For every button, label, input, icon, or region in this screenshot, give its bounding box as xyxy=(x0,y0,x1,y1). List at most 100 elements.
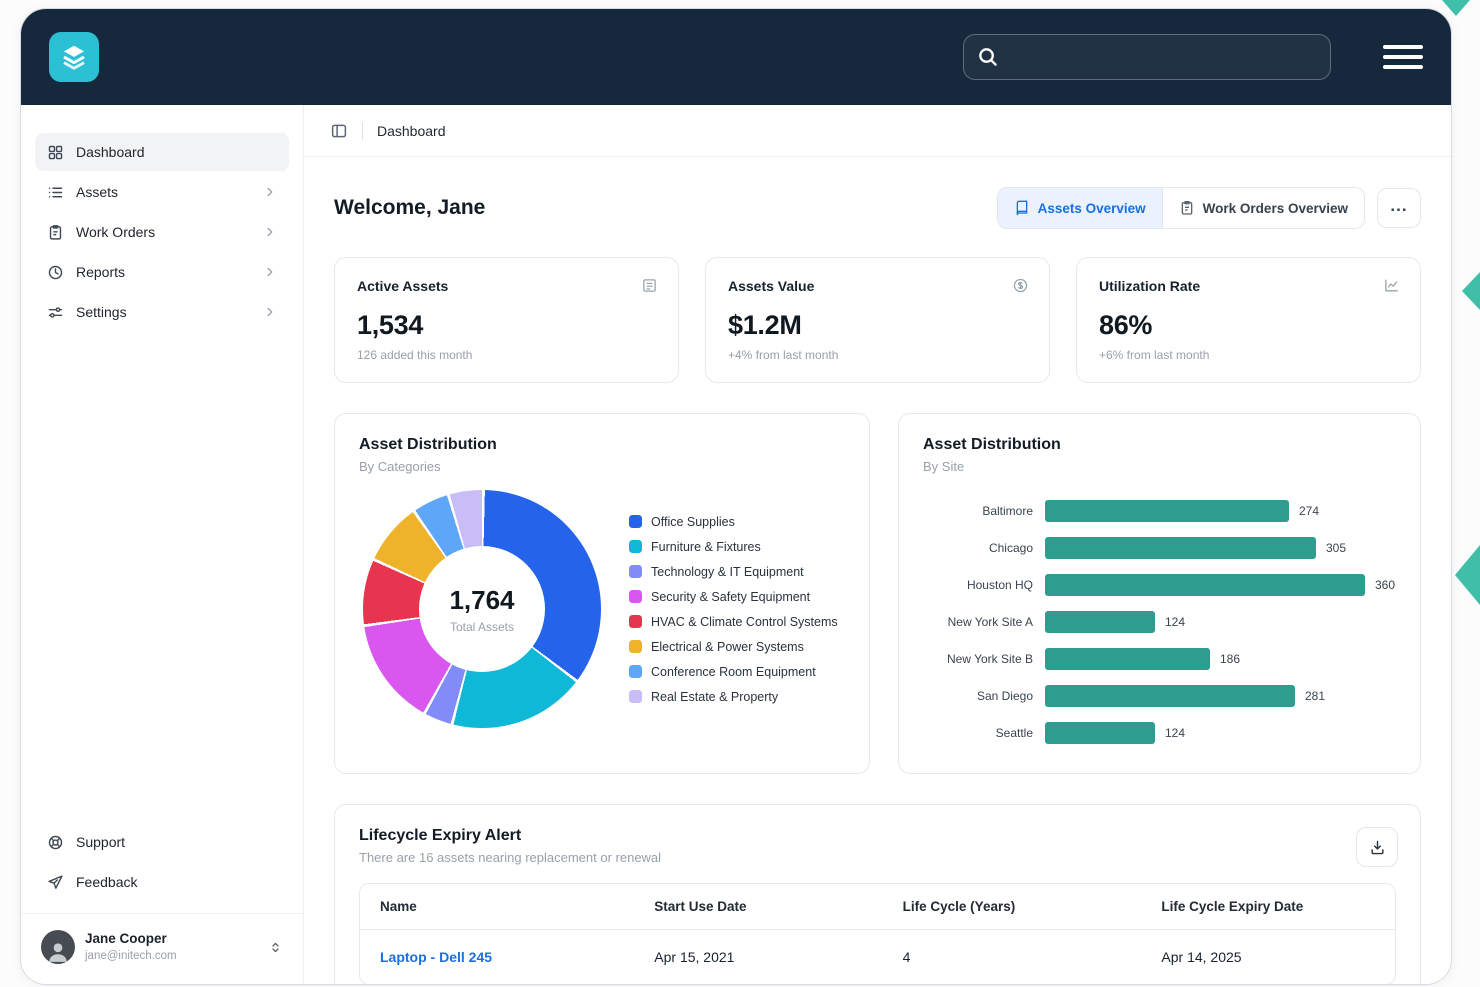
main-area: Dashboard Welcome, Jane xyxy=(304,105,1451,984)
avatar xyxy=(41,930,75,964)
sliders-icon xyxy=(47,304,64,321)
bar-row-new-york-site-b: New York Site B186 xyxy=(923,640,1396,677)
stat-title: Utilization Rate xyxy=(1099,278,1398,294)
legend-label: Conference Room Equipment xyxy=(651,665,816,679)
dollar-icon xyxy=(1012,277,1029,294)
sidebar-item-feedback[interactable]: Feedback xyxy=(35,863,289,901)
tab-label: Assets Overview xyxy=(1038,201,1146,216)
tab-assets-overview[interactable]: Assets Overview xyxy=(998,188,1162,228)
bar-row-new-york-site-a: New York Site A124 xyxy=(923,603,1396,640)
decorative-teal-arrow-upper xyxy=(1462,272,1480,310)
legend-label: Technology & IT Equipment xyxy=(651,565,804,579)
stat-title: Assets Value xyxy=(728,278,1027,294)
tab-label: Work Orders Overview xyxy=(1203,201,1348,216)
card-title: Asset Distribution xyxy=(359,436,845,454)
clock-icon xyxy=(47,264,64,281)
legend-item-electrical-power-systems: Electrical & Power Systems xyxy=(629,640,838,654)
bar xyxy=(1045,648,1210,670)
sidebar-item-label: Support xyxy=(76,834,125,850)
table-header-name: Name xyxy=(360,884,634,929)
sidebar-item-support[interactable]: Support xyxy=(35,823,289,861)
chevron-right-icon xyxy=(263,225,277,239)
sidebar-item-assets[interactable]: Assets xyxy=(35,173,289,211)
legend-swatch xyxy=(629,540,642,553)
sidebar-toggle-button[interactable] xyxy=(330,122,348,140)
hamburger-menu-button[interactable] xyxy=(1383,40,1423,74)
asset-name-link[interactable]: Laptop - Dell 245 xyxy=(360,930,634,984)
card-title: Asset Distribution xyxy=(923,436,1396,454)
app-logo[interactable] xyxy=(49,32,99,82)
sidebar: Dashboard AssetsWork Orders Reports Setting… xyxy=(21,105,304,984)
user-email: jane@initech.com xyxy=(85,950,177,964)
paper-plane-icon xyxy=(47,874,64,891)
chevron-right-icon xyxy=(263,305,277,319)
bar-row-san-diego: San Diego281 xyxy=(923,677,1396,714)
bar-row-houston-hq: Houston HQ360 xyxy=(923,566,1396,603)
more-options-button[interactable]: ... xyxy=(1377,188,1421,228)
bar-category-label: Baltimore xyxy=(923,504,1045,518)
bar-value-label: 186 xyxy=(1220,652,1240,666)
chevron-right-icon xyxy=(263,265,277,279)
sidebar-item-label: Dashboard xyxy=(76,144,145,160)
bar-category-label: Chicago xyxy=(923,541,1045,555)
grid-icon xyxy=(47,144,64,161)
sidebar-item-label: Reports xyxy=(76,264,125,280)
clipboard-icon xyxy=(47,224,64,241)
legend-swatch xyxy=(629,590,642,603)
bar-category-label: Seattle xyxy=(923,726,1045,740)
sidebar-item-reports[interactable]: Reports xyxy=(35,253,289,291)
legend-item-technology-it-equipment: Technology & IT Equipment xyxy=(629,565,838,579)
legend-label: Furniture & Fixtures xyxy=(651,540,761,554)
table-header-life-cycle-expiry-date: Life Cycle Expiry Date xyxy=(1141,884,1395,929)
asset-distribution-categories-card: Asset Distribution By Categories 1,764 T… xyxy=(334,413,870,774)
sidebar-item-label: Feedback xyxy=(76,874,137,890)
legend-item-hvac-climate-control-systems: HVAC & Climate Control Systems xyxy=(629,615,838,629)
donut-total-label: Total Assets xyxy=(450,620,514,634)
legend-item-security-safety-equipment: Security & Safety Equipment xyxy=(629,590,838,604)
download-button[interactable] xyxy=(1356,827,1398,867)
bar-category-label: New York Site A xyxy=(923,615,1045,629)
stat-value: $1.2M xyxy=(728,310,1027,341)
bar-category-label: Houston HQ xyxy=(923,578,1045,592)
bar-row-seattle: Seattle124 xyxy=(923,714,1396,751)
bar-row-chicago: Chicago 305 xyxy=(923,529,1396,566)
table-cell: Apr 14, 2025 xyxy=(1141,930,1395,984)
lifebuoy-icon xyxy=(47,834,64,851)
stat-card-active-assets: Active Assets1,534126 added this month xyxy=(334,257,679,383)
board-icon xyxy=(641,277,658,294)
search-input[interactable] xyxy=(963,34,1331,80)
table-header-start-use-date: Start Use Date xyxy=(634,884,882,929)
stat-card-assets-value: Assets Value $1.2M +4% from last month xyxy=(705,257,1050,383)
tab-work-orders-overview[interactable]: Work Orders Overview xyxy=(1162,188,1364,228)
legend-swatch xyxy=(629,690,642,703)
table-row: Laptop - Dell 245Apr 15, 20214Apr 14, 20… xyxy=(360,930,1395,984)
bar-row-baltimore: Baltimore274 xyxy=(923,492,1396,529)
legend-swatch xyxy=(629,640,642,653)
asset-distribution-site-card: Asset Distribution By Site Baltimore274C… xyxy=(898,413,1421,774)
bar-chart: Baltimore274Chicago305Houston HQ360New Y… xyxy=(923,492,1396,751)
download-icon xyxy=(1369,839,1386,856)
card-subtitle: By Categories xyxy=(359,459,845,474)
user-name: Jane Cooper xyxy=(85,931,177,947)
stat-value: 1,534 xyxy=(357,310,656,341)
table-header-life-cycle-years: Life Cycle (Years) xyxy=(883,884,1142,929)
sidebar-item-settings[interactable]: Settings xyxy=(35,293,289,331)
user-account-card[interactable]: Jane Cooper jane@initech.com xyxy=(21,914,303,984)
overview-tabs: Assets Overview Work Orders Overview xyxy=(997,187,1365,229)
sidebar-item-work-orders[interactable]: Work Orders xyxy=(35,213,289,251)
bar xyxy=(1045,611,1155,633)
legend-item-furniture-fixtures: Furniture & Fixtures xyxy=(629,540,838,554)
decorative-teal-arrow-lower xyxy=(1455,545,1480,605)
legend-swatch xyxy=(629,515,642,528)
bar xyxy=(1045,685,1295,707)
legend-label: Electrical & Power Systems xyxy=(651,640,804,654)
stat-cards: Active Assets1,534126 added this monthAs… xyxy=(334,257,1421,383)
stat-subtext: +4% from last month xyxy=(728,348,1027,362)
bar xyxy=(1045,500,1289,522)
clipboard-icon xyxy=(1179,200,1195,216)
sidebar-item-dashboard[interactable]: Dashboard xyxy=(35,133,289,171)
legend-label: HVAC & Climate Control Systems xyxy=(651,615,838,629)
list-icon xyxy=(47,184,64,201)
table-header-row: NameStart Use DateLife Cycle (Years)Life… xyxy=(360,884,1395,930)
bar-value-label: 305 xyxy=(1326,541,1346,555)
